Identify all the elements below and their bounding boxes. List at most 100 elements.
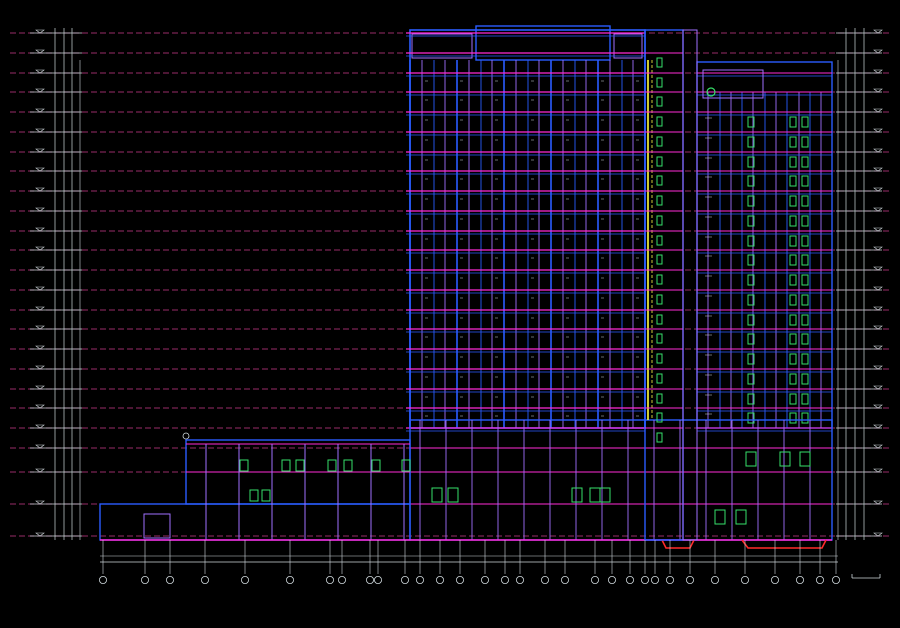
entrance-door bbox=[745, 451, 757, 467]
axis-bubble-icon bbox=[561, 576, 570, 585]
level-marker-icon bbox=[35, 29, 45, 34]
level-marker-icon bbox=[35, 108, 45, 113]
tower-section bbox=[406, 25, 646, 432]
axis-bubble-icon bbox=[816, 576, 825, 585]
level-marker-icon bbox=[873, 306, 883, 311]
stair-door bbox=[656, 333, 663, 344]
level-marker-icon bbox=[873, 468, 883, 473]
level-marker-icon bbox=[873, 167, 883, 172]
stair-door bbox=[656, 432, 663, 443]
level-marker-icon bbox=[873, 128, 883, 133]
annex-window bbox=[801, 412, 809, 424]
axis-bubble-icon bbox=[373, 576, 382, 585]
axis-bubble-icon bbox=[400, 576, 409, 585]
axis-bubble-icon bbox=[140, 576, 149, 585]
annex-window bbox=[789, 195, 797, 207]
axis-bubble-icon bbox=[832, 576, 841, 585]
right-annex-section bbox=[696, 61, 833, 432]
axis-bubble-icon bbox=[686, 576, 695, 585]
axis-bubble-icon bbox=[608, 576, 617, 585]
annex-window bbox=[801, 175, 809, 187]
axis-bubble-icon bbox=[99, 576, 108, 585]
axis-bubble-icon bbox=[500, 576, 509, 585]
axis-bubble-icon bbox=[541, 576, 550, 585]
podium-window bbox=[327, 459, 337, 472]
level-marker-icon bbox=[873, 325, 883, 330]
axis-bubble-icon bbox=[480, 576, 489, 585]
roof-structure bbox=[475, 25, 611, 61]
entrance-door bbox=[779, 451, 791, 467]
level-marker-icon bbox=[35, 404, 45, 409]
level-marker-icon bbox=[35, 128, 45, 133]
stair-door bbox=[656, 136, 663, 147]
level-marker-icon bbox=[35, 500, 45, 505]
level-marker-icon bbox=[35, 187, 45, 192]
level-marker-icon bbox=[35, 246, 45, 251]
level-marker-icon bbox=[35, 266, 45, 271]
level-marker-icon bbox=[873, 29, 883, 34]
stair-door bbox=[656, 195, 663, 206]
annex-window bbox=[801, 254, 809, 266]
podium-room bbox=[143, 513, 171, 539]
annex-window bbox=[801, 136, 809, 148]
stair-door bbox=[656, 393, 663, 404]
level-marker-icon bbox=[873, 187, 883, 192]
stair-door bbox=[656, 235, 663, 246]
stair-door bbox=[656, 254, 663, 265]
level-marker-icon bbox=[35, 365, 45, 370]
level-marker-icon bbox=[35, 227, 45, 232]
axis-bubble-icon bbox=[771, 576, 780, 585]
stair-door bbox=[656, 156, 663, 167]
entrance-door bbox=[431, 487, 443, 503]
axis-bubble-icon bbox=[285, 576, 294, 585]
annex-window bbox=[789, 353, 797, 365]
podium-window bbox=[249, 489, 259, 502]
annex-window bbox=[789, 156, 797, 168]
entrance-door bbox=[589, 487, 601, 503]
podium-window bbox=[295, 459, 305, 472]
level-marker-icon bbox=[35, 306, 45, 311]
stair-door bbox=[656, 96, 663, 107]
annex-window bbox=[789, 412, 797, 424]
roof-parapet bbox=[613, 33, 643, 59]
level-marker-icon bbox=[873, 444, 883, 449]
pit-outline bbox=[741, 539, 827, 549]
stair-door bbox=[656, 373, 663, 384]
podium-window bbox=[239, 459, 249, 472]
axis-bubble-icon bbox=[651, 576, 660, 585]
level-marker-icon bbox=[35, 207, 45, 212]
podium-section bbox=[99, 419, 833, 549]
entrance-door bbox=[571, 487, 583, 503]
annex-window bbox=[801, 393, 809, 405]
annex-window bbox=[789, 116, 797, 128]
annex-window bbox=[789, 235, 797, 247]
annex-window bbox=[789, 175, 797, 187]
annex-window bbox=[801, 294, 809, 306]
level-marker-icon bbox=[873, 266, 883, 271]
axis-bubble-icon bbox=[666, 576, 675, 585]
level-marker-icon bbox=[35, 49, 45, 54]
level-marker-icon bbox=[873, 424, 883, 429]
level-marker-icon bbox=[35, 325, 45, 330]
level-marker-icon bbox=[35, 424, 45, 429]
level-marker-icon bbox=[873, 148, 883, 153]
level-marker-icon bbox=[35, 532, 45, 537]
stair-door bbox=[656, 116, 663, 127]
podium-window bbox=[371, 459, 381, 472]
axis-bubble-icon bbox=[435, 576, 444, 585]
axis-bubble-icon bbox=[741, 576, 750, 585]
podium-window bbox=[401, 459, 411, 472]
lift-shaft bbox=[682, 29, 698, 541]
axis-grid-row bbox=[99, 540, 841, 585]
axis-bubble-icon bbox=[325, 576, 334, 585]
podium-window bbox=[343, 459, 353, 472]
entrance-door bbox=[599, 487, 611, 503]
annex-window bbox=[801, 333, 809, 345]
core-outline bbox=[644, 29, 684, 541]
level-marker-icon bbox=[35, 69, 45, 74]
level-marker-icon bbox=[35, 167, 45, 172]
level-marker-icon bbox=[873, 108, 883, 113]
podium-lower bbox=[99, 503, 411, 541]
annex-window bbox=[801, 314, 809, 326]
right-dimension-column bbox=[836, 28, 883, 540]
